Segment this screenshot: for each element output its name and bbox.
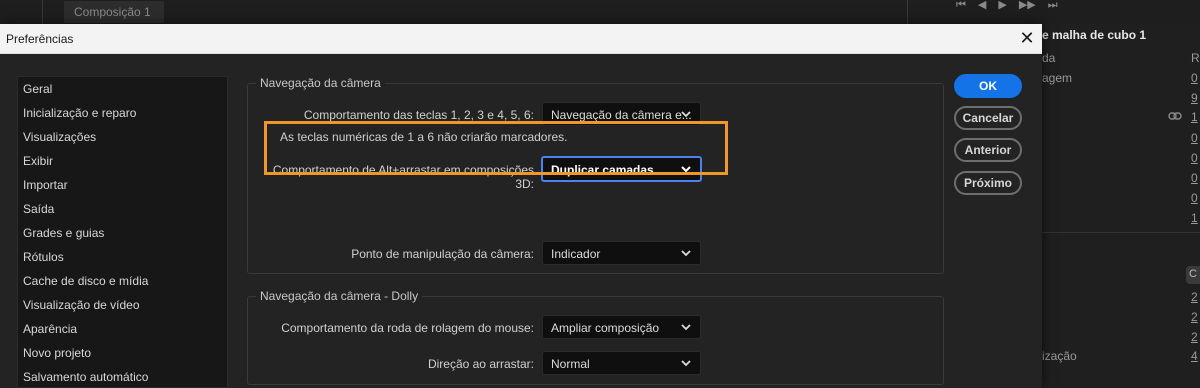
property-value[interactable]: 2 — [1191, 330, 1198, 344]
category-item-rotulos[interactable]: Rótulos — [18, 245, 227, 269]
category-item-aparencia[interactable]: Aparência — [18, 317, 227, 341]
category-item-salvamento[interactable]: Salvamento automático — [18, 365, 227, 388]
next-frame-icon[interactable]: ▶▶ — [1019, 0, 1036, 12]
drag-direction-label: Direção ao arrastar: — [427, 357, 534, 371]
category-item-novo-projeto[interactable]: Novo projeto — [18, 341, 227, 365]
transport-controls: ⏮ ◀ ▶ ▶▶ ⏭ — [956, 0, 1058, 12]
ok-button[interactable]: OK — [954, 74, 1022, 98]
last-frame-icon[interactable]: ⏭ — [1048, 0, 1058, 12]
property-value[interactable]: 0 — [1191, 71, 1198, 85]
property-column-header: R — [1191, 51, 1200, 65]
property-value[interactable]: 0 — [1191, 171, 1198, 185]
category-item-grades-guias[interactable]: Grades e guias — [18, 221, 227, 245]
cancel-button[interactable]: Cancelar — [954, 106, 1022, 130]
first-frame-icon[interactable]: ⏮ — [956, 0, 966, 12]
annotation-highlight-box — [264, 121, 728, 175]
property-chip[interactable]: C — [1186, 266, 1200, 284]
property-value[interactable]: 1 — [1191, 211, 1198, 225]
property-value[interactable]: 1 — [1191, 110, 1198, 124]
preferences-category-list: Geral Inicialização e reparo Visualizaçõ… — [17, 76, 228, 388]
property-value[interactable]: 0 — [1191, 191, 1198, 205]
category-item-importar[interactable]: Importar — [18, 173, 227, 197]
property-label-fragment: ização — [1042, 349, 1077, 363]
category-item-visualizacoes[interactable]: Visualizações — [18, 125, 227, 149]
category-item-cache[interactable]: Cache de disco e mídia — [18, 269, 227, 293]
dialog-title-bar: Preferências ✕ — [0, 24, 1042, 54]
next-button[interactable]: Próximo — [954, 171, 1022, 195]
panel-separator — [1042, 232, 1200, 233]
properties-panel-title: e malha de cubo 1 — [1042, 28, 1147, 42]
camera-pivot-label: Ponto de manipulação da câmera: — [351, 247, 534, 261]
property-value[interactable]: 0 — [1191, 151, 1198, 165]
chevron-down-icon — [681, 250, 691, 257]
property-value[interactable]: 0 — [1191, 131, 1198, 145]
category-item-saida[interactable]: Saída — [18, 197, 227, 221]
property-label-fragment: agem — [1042, 71, 1073, 85]
camera-pivot-select[interactable]: Indicador — [542, 241, 701, 265]
close-icon[interactable]: ✕ — [1018, 28, 1036, 48]
property-value[interactable]: 2 — [1191, 290, 1198, 304]
drag-direction-select[interactable]: Normal — [542, 351, 701, 375]
wheel-behavior-select[interactable]: Ampliar composição — [542, 315, 701, 339]
panel-divider — [42, 0, 43, 24]
category-item-geral[interactable]: Geral — [18, 77, 227, 101]
category-item-exibir[interactable]: Exibir — [18, 149, 227, 173]
property-value[interactable]: 2 — [1191, 310, 1198, 324]
group-title: Navegação da câmera - Dolly — [256, 289, 423, 303]
previous-button[interactable]: Anterior — [954, 138, 1022, 162]
group-title: Navegação da câmera — [256, 76, 385, 90]
category-item-inicializacao[interactable]: Inicialização e reparo — [18, 101, 227, 125]
link-icon[interactable] — [1168, 110, 1182, 124]
keys-behavior-label: Comportamento das teclas 1, 2, 3 e 4, 5,… — [303, 108, 534, 122]
chevron-down-icon — [681, 360, 691, 367]
category-item-visualizacao-video[interactable]: Visualização de vídeo — [18, 293, 227, 317]
chevron-down-icon — [681, 111, 691, 118]
property-label-fragment: da — [1042, 51, 1056, 65]
dialog-title: Preferências — [6, 32, 74, 46]
panel-divider — [907, 0, 908, 24]
wheel-behavior-label: Comportamento da roda de rolagem do mous… — [281, 321, 534, 335]
chevron-down-icon — [681, 324, 691, 331]
previous-frame-icon[interactable]: ◀ — [978, 0, 986, 12]
play-icon[interactable]: ▶ — [998, 0, 1006, 12]
composition-tab[interactable]: Composição 1 — [64, 1, 164, 23]
property-value[interactable]: 9 — [1191, 91, 1198, 105]
property-value[interactable]: 4 — [1191, 349, 1198, 363]
